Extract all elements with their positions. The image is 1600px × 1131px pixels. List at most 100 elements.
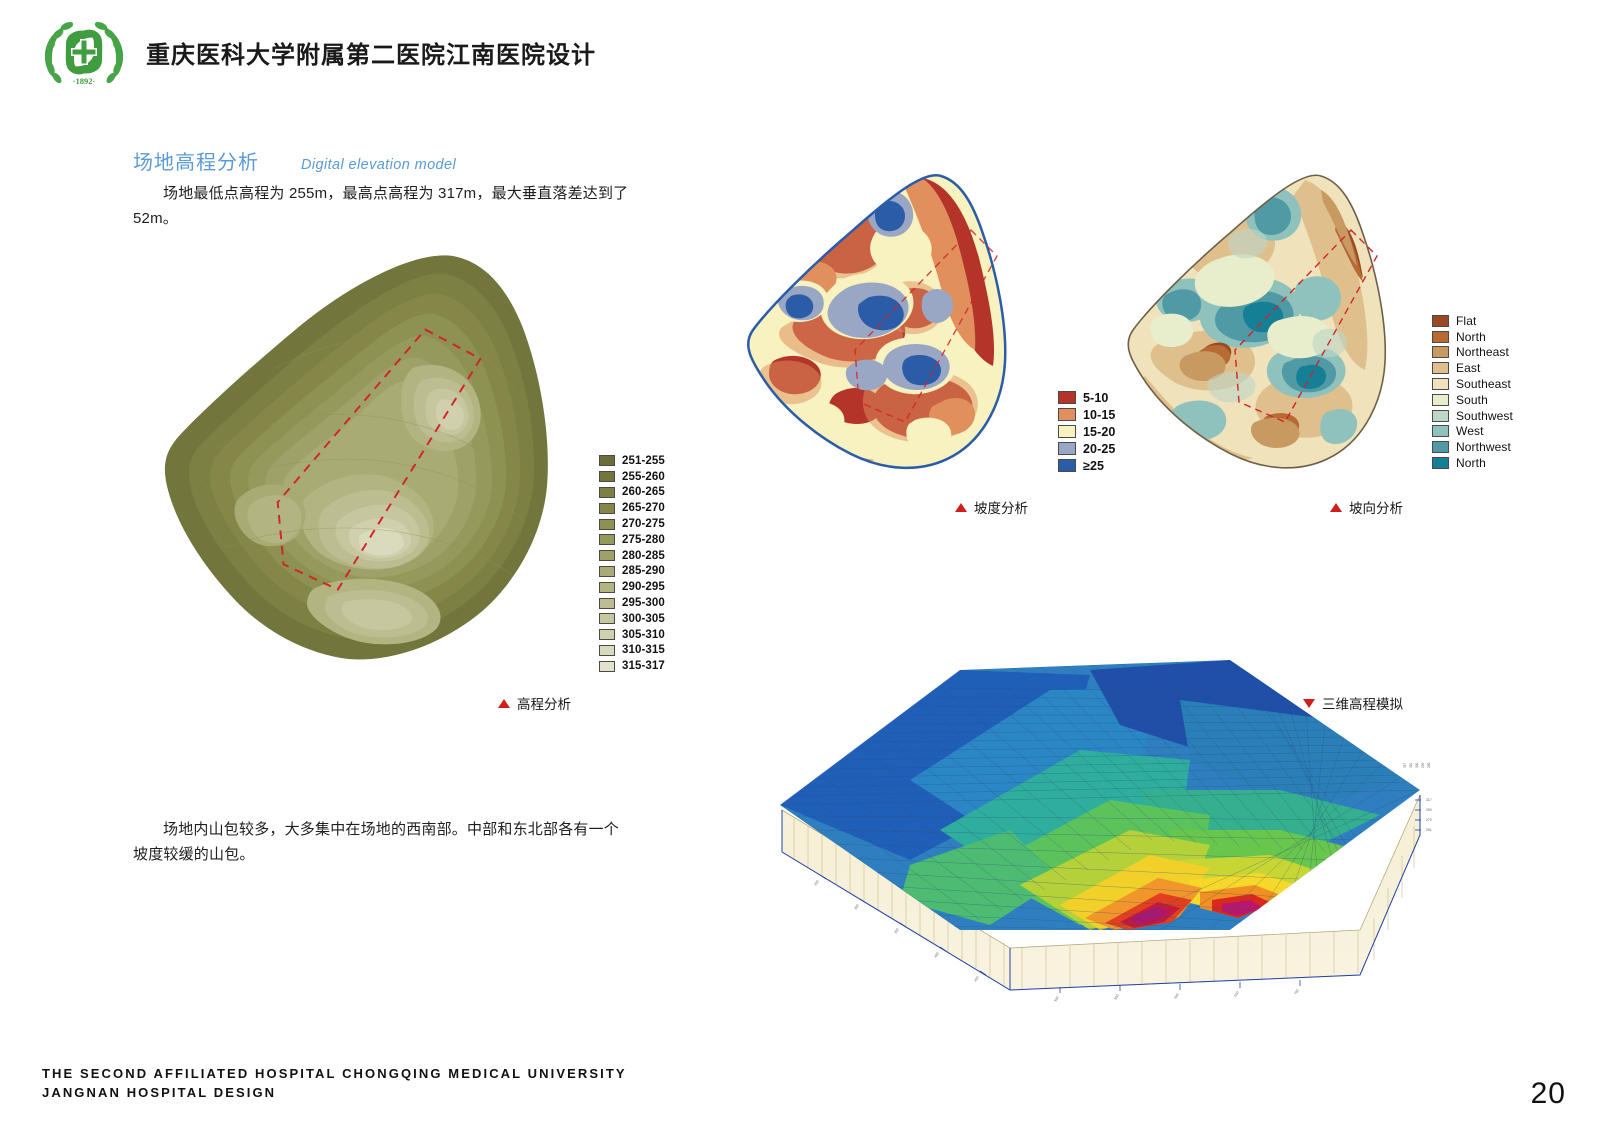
caption-terrain-3d-label: 三维高程模拟 <box>1322 697 1403 712</box>
legend-item: Northeast <box>1432 345 1513 361</box>
elevation-legend: 251-255 255-260 260-265 265-270 270-275 … <box>599 453 665 674</box>
aspect-color-regions <box>1128 175 1386 468</box>
legend-item: 251-255 <box>599 453 665 469</box>
caption-aspect-analysis: 坡向分析 <box>1330 497 1403 517</box>
svg-text:650: 650 <box>1233 991 1239 998</box>
legend-item: North <box>1432 329 1513 345</box>
svg-text:270: 270 <box>1426 818 1432 822</box>
legend-swatch <box>599 644 615 656</box>
legend-label: 275-280 <box>622 533 665 546</box>
legend-swatch <box>599 534 615 546</box>
legend-label: 15-20 <box>1083 424 1116 439</box>
legend-swatch <box>1432 393 1449 406</box>
legend-item: 285-290 <box>599 564 665 580</box>
slope-analysis-map <box>735 170 1045 480</box>
legend-label: West <box>1456 424 1484 439</box>
caption-elevation-analysis: 高程分析 <box>498 693 571 713</box>
legend-label: 295-300 <box>622 597 665 610</box>
legend-swatch <box>1432 314 1449 327</box>
legend-label: ≥25 <box>1083 458 1105 473</box>
legend-swatch <box>1432 457 1449 470</box>
svg-text:300: 300 <box>853 904 859 911</box>
board-header: ·1892· 重庆医科大学附属第二医院江南医院设计 <box>40 14 596 90</box>
legend-swatch <box>599 455 615 467</box>
legend-item: 280-285 <box>599 548 665 564</box>
logo-year-text: ·1892· <box>73 76 96 86</box>
svg-text:251: 251 <box>1426 828 1432 832</box>
legend-swatch <box>1432 362 1449 375</box>
caption-slope-label: 坡度分析 <box>974 501 1028 516</box>
legend-label: 300-305 <box>622 612 665 625</box>
svg-text:350: 350 <box>893 928 899 935</box>
aspect-legend: Flat North Northeast East Southeast Sout… <box>1432 313 1513 471</box>
paragraph-elevation-summary: 场地最低点高程为 255m，最高点高程为 317m，最大垂直落差达到了52m。 <box>133 185 629 227</box>
legend-swatch <box>1058 391 1076 404</box>
svg-text:500: 500 <box>1053 996 1059 1003</box>
legend-item: 310-315 <box>599 643 665 659</box>
legend-swatch <box>599 660 615 672</box>
legend-item: 260-265 <box>599 485 665 501</box>
svg-text:290: 290 <box>1421 762 1425 768</box>
page-number: 20 <box>1530 1077 1566 1110</box>
legend-swatch <box>1432 441 1449 454</box>
legend-item: 10-15 <box>1058 406 1115 423</box>
legend-swatch <box>1432 330 1449 343</box>
slope-legend: 5-10 10-15 15-20 20-25 ≥25 <box>1058 389 1115 474</box>
legend-item: 295-300 <box>599 595 665 611</box>
legend-item: Southwest <box>1432 408 1513 424</box>
legend-label: 280-285 <box>622 549 665 562</box>
footer-line-2: JANGNAN HOSPITAL DESIGN <box>42 1085 277 1101</box>
legend-swatch <box>599 486 615 498</box>
legend-item: ≥25 <box>1058 457 1115 474</box>
legend-label: Southwest <box>1456 408 1513 423</box>
legend-item: 5-10 <box>1058 389 1115 406</box>
legend-item: 275-280 <box>599 532 665 548</box>
legend-swatch <box>1432 378 1449 391</box>
svg-text:310: 310 <box>1409 762 1413 768</box>
elevation-analysis-map <box>155 248 595 678</box>
legend-label: 305-310 <box>622 628 665 641</box>
svg-text:600: 600 <box>1173 993 1179 1000</box>
svg-text:550: 550 <box>1113 994 1119 1001</box>
svg-text:300: 300 <box>1415 762 1419 768</box>
legend-swatch <box>599 581 615 593</box>
terrain-3d-simulation: 250 300 350 400 450 500 550 600 650 700 … <box>760 630 1440 1020</box>
svg-text:400: 400 <box>933 952 939 959</box>
triangle-up-icon <box>498 698 510 708</box>
legend-label: North <box>1456 329 1486 344</box>
legend-label: 285-290 <box>622 565 665 578</box>
legend-item: Northwest <box>1432 439 1513 455</box>
legend-label: South <box>1456 392 1488 407</box>
svg-text:317: 317 <box>1403 762 1407 768</box>
legend-label: 270-275 <box>622 518 665 531</box>
legend-label: 265-270 <box>622 502 665 515</box>
legend-label: 20-25 <box>1083 441 1116 456</box>
svg-text:290: 290 <box>1426 808 1432 812</box>
triangle-up-icon <box>1330 502 1342 512</box>
legend-item: 305-310 <box>599 627 665 643</box>
legend-item: South <box>1432 392 1513 408</box>
legend-item: 15-20 <box>1058 423 1115 440</box>
hospital-laurel-logo: ·1892· <box>40 14 128 90</box>
legend-item: 255-260 <box>599 469 665 485</box>
svg-text:250: 250 <box>813 880 819 887</box>
legend-label: Northeast <box>1456 345 1509 360</box>
triangle-down-icon <box>1303 698 1315 708</box>
legend-swatch <box>599 629 615 641</box>
legend-item: West <box>1432 424 1513 440</box>
legend-swatch <box>1058 459 1076 472</box>
legend-label: 290-295 <box>622 581 665 594</box>
svg-text:280: 280 <box>1427 762 1431 768</box>
legend-item: Flat <box>1432 313 1513 329</box>
legend-label: 251-255 <box>622 454 665 467</box>
svg-text:700: 700 <box>1293 989 1299 996</box>
section-title-row: 场地高程分析 Digital elevation model <box>133 146 456 175</box>
legend-item: Southeast <box>1432 376 1513 392</box>
legend-swatch <box>599 597 615 609</box>
aspect-analysis-map <box>1115 170 1425 480</box>
legend-swatch <box>1058 442 1076 455</box>
triangle-up-icon <box>955 502 967 512</box>
legend-label: Flat <box>1456 313 1477 328</box>
legend-item: 315-317 <box>599 658 665 674</box>
presentation-board: ·1892· 重庆医科大学附属第二医院江南医院设计 场地高程分析 Digital… <box>0 0 1600 1131</box>
